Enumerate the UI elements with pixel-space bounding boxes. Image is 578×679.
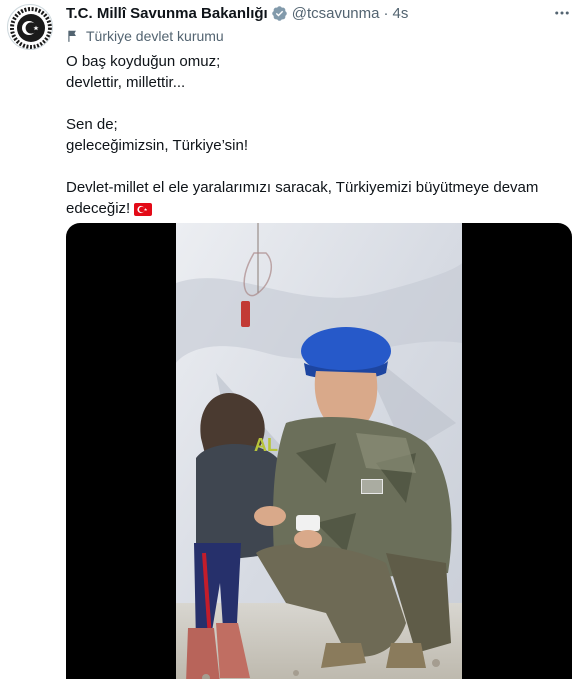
- author-handle[interactable]: @tcsavunma: [292, 5, 380, 22]
- tweet-line: Devlet-millet el ele yaralarımızı saraca…: [66, 179, 539, 196]
- flag-outline-icon: [68, 30, 76, 42]
- tweet-line: devlettir, millettir...: [66, 74, 186, 91]
- tweet-line: geleceğimizsin, Türkiye’sin!: [66, 137, 249, 154]
- verified-badge-icon: [271, 5, 288, 22]
- more-horizontal-icon: [555, 11, 569, 15]
- media-container[interactable]: AL: [66, 223, 572, 679]
- tweet-header: T.C. Millî Savunma Bakanlığı @tcsavunma …: [66, 3, 408, 23]
- tweet-line: O baş koyduğun omuz;: [66, 53, 221, 70]
- turkey-flag-emoji: [134, 201, 153, 222]
- tweet-line-last: edeceğiz!: [66, 198, 566, 222]
- tweet-line-text: edeceğiz!: [66, 200, 131, 217]
- author-name[interactable]: T.C. Millî Savunma Bakanlığı: [66, 5, 268, 22]
- timestamp[interactable]: 4s: [392, 5, 408, 22]
- svg-text:AL: AL: [254, 435, 278, 455]
- affiliation-text: Türkiye devlet kurumu: [86, 28, 224, 44]
- video-player[interactable]: AL: [176, 223, 462, 679]
- affiliation-label[interactable]: Türkiye devlet kurumu: [66, 27, 224, 45]
- more-options-button[interactable]: [550, 3, 574, 23]
- tweet-line: Sen de;: [66, 116, 118, 133]
- tweet[interactable]: T.C. Millî Savunma Bakanlığı @tcsavunma …: [0, 0, 578, 679]
- video-frame-soldier-and-child: AL: [176, 223, 462, 679]
- tweet-text: O baş koyduğun omuz; devlettir, milletti…: [66, 51, 566, 222]
- ministry-seal-logo: [9, 6, 52, 49]
- separator-dot: ·: [383, 4, 389, 22]
- avatar[interactable]: [7, 4, 53, 50]
